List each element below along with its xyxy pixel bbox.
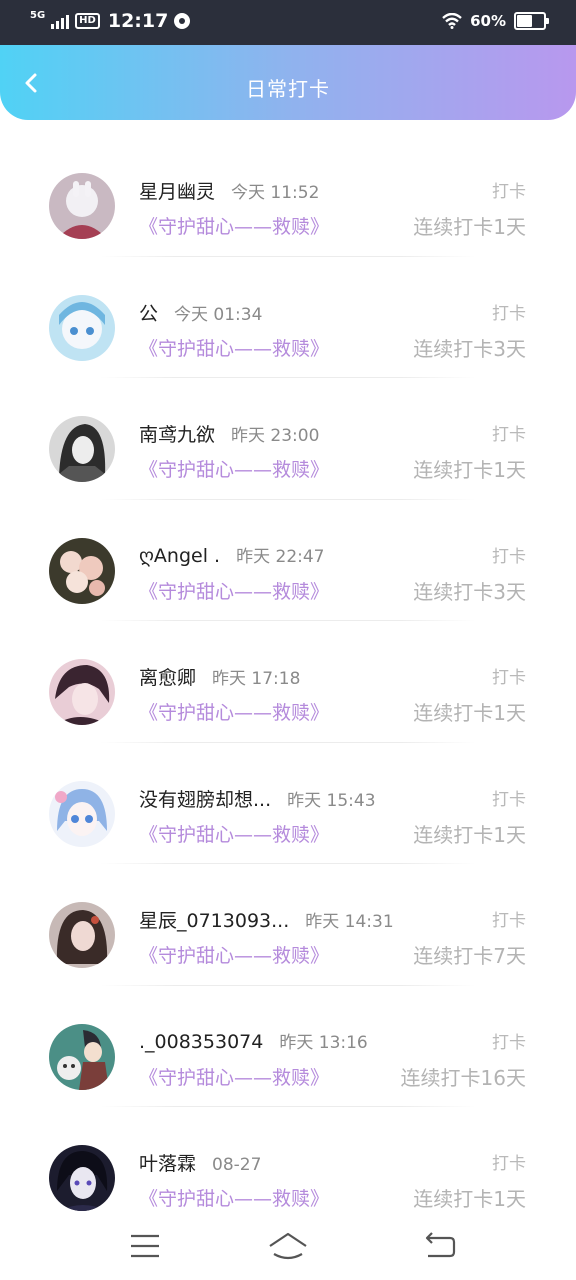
- list-item[interactable]: 叶落霖 08-27 打卡 《守护甜心——救赎》 连续打卡1天: [0, 1107, 576, 1229]
- checkin-time: 昨天 22:47: [236, 546, 325, 567]
- checkin-time: 昨天 17:18: [212, 669, 301, 689]
- streak-count: 连续打卡1天: [413, 215, 526, 239]
- menu-icon: [131, 1234, 159, 1258]
- checkin-time: 昨天 14:31: [305, 912, 394, 932]
- user-name: 星月幽灵: [139, 181, 216, 203]
- user-name: 叶落霖: [139, 1153, 197, 1175]
- series-link[interactable]: 《守护甜心——救赎》: [139, 577, 329, 604]
- avatar[interactable]: [49, 537, 115, 604]
- checkin-tag: 打卡: [492, 1154, 526, 1174]
- list-item[interactable]: 南鸢九欲 昨天 23:00 打卡 《守护甜心——救赎》 连续打卡1天: [0, 378, 576, 500]
- avatar[interactable]: [49, 780, 115, 847]
- checkin-tag: 打卡: [492, 425, 526, 445]
- user-name: 星辰_0713093...: [139, 910, 290, 932]
- user-name: 没有翅膀却想...: [139, 788, 272, 811]
- list-item[interactable]: 没有翅膀却想... 昨天 15:43 打卡 《守护甜心——救赎》 连续打卡1天: [0, 743, 576, 864]
- status-time: 12:17: [107, 10, 169, 32]
- home-icon: [269, 1232, 307, 1260]
- streak-count: 连续打卡1天: [413, 822, 526, 847]
- series-link[interactable]: 《守护甜心——救赎》: [139, 212, 329, 239]
- series-link[interactable]: 《守护甜心——救赎》: [139, 455, 329, 482]
- avatar[interactable]: [49, 1145, 115, 1211]
- user-name: ._008353074: [139, 1030, 264, 1053]
- wifi-icon: [442, 13, 462, 29]
- system-nav-bar: [0, 1216, 576, 1280]
- checkin-tag: 打卡: [492, 911, 526, 931]
- streak-count: 连续打卡1天: [413, 701, 526, 725]
- avatar[interactable]: [49, 173, 115, 239]
- series-link[interactable]: 《守护甜心——救赎》: [139, 820, 329, 847]
- streak-count: 连续打卡3天: [413, 336, 526, 361]
- streak-count: 连续打卡1天: [413, 458, 526, 482]
- hd-badge: HD: [75, 13, 100, 29]
- list-item[interactable]: 星辰_0713093... 昨天 14:31 打卡 《守护甜心——救赎》 连续打卡…: [0, 864, 576, 986]
- checkin-time: 昨天 13:16: [279, 1032, 368, 1053]
- series-link[interactable]: 《守护甜心——救赎》: [139, 1184, 329, 1211]
- home-button[interactable]: [264, 1226, 312, 1266]
- signal-icon: [51, 13, 70, 29]
- battery-icon: [514, 12, 549, 30]
- streak-count: 连续打卡7天: [413, 944, 526, 968]
- page-header: 日常打卡: [0, 45, 576, 120]
- avatar[interactable]: [49, 416, 115, 482]
- list-item[interactable]: 离愈卿 昨天 17:18 打卡 《守护甜心——救赎》 连续打卡1天: [0, 621, 576, 743]
- streak-count: 连续打卡1天: [413, 1187, 526, 1211]
- checkin-tag: 打卡: [492, 546, 526, 567]
- checkin-time: 今天 11:52: [231, 183, 320, 203]
- checkin-tag: 打卡: [492, 182, 526, 202]
- user-name: 离愈卿: [139, 667, 197, 689]
- avatar[interactable]: [49, 902, 115, 968]
- avatar[interactable]: [49, 294, 115, 361]
- streak-count: 连续打卡3天: [413, 579, 526, 604]
- checkin-time: 昨天 23:00: [231, 426, 320, 446]
- user-name: 公: [139, 302, 159, 325]
- checkin-tag: 打卡: [492, 1032, 526, 1053]
- checkin-time: 昨天 15:43: [287, 790, 376, 811]
- list-item[interactable]: 星月幽灵 今天 11:52 打卡 《守护甜心——救赎》 连续打卡1天: [0, 135, 576, 257]
- user-name: ღAngel .: [139, 544, 221, 567]
- checkin-time: 今天 01:34: [174, 304, 263, 325]
- avatar[interactable]: [49, 1023, 115, 1090]
- series-link[interactable]: 《守护甜心——救赎》: [139, 334, 329, 361]
- list-item[interactable]: 公今天 01:34 打卡 《守护甜心——救赎》 连续打卡3天: [0, 257, 576, 378]
- list-item[interactable]: ღAngel . 昨天 22:47 打卡 《守护甜心——救赎》 连续打卡3天: [0, 500, 576, 621]
- streak-count: 连续打卡16天: [400, 1065, 526, 1090]
- status-bar: 5G HD 12:17 60%: [0, 0, 576, 45]
- series-link[interactable]: 《守护甜心——救赎》: [139, 698, 329, 725]
- list-item[interactable]: ._008353074 昨天 13:16 打卡 《守护甜心——救赎》 连续打卡16…: [0, 986, 576, 1107]
- notification-icon: [174, 13, 191, 29]
- checkin-tag: 打卡: [492, 668, 526, 688]
- checkin-tag: 打卡: [492, 789, 526, 810]
- menu-button[interactable]: [121, 1226, 169, 1266]
- checkin-tag: 打卡: [492, 303, 526, 324]
- checkin-time: 08-27: [212, 1155, 262, 1175]
- series-link[interactable]: 《守护甜心——救赎》: [139, 1063, 329, 1090]
- user-name: 南鸢九欲: [139, 424, 216, 446]
- avatar[interactable]: [49, 659, 115, 725]
- series-link[interactable]: 《守护甜心——救赎》: [139, 941, 329, 968]
- network-type: 5G: [30, 10, 46, 21]
- return-icon: [425, 1232, 456, 1258]
- return-button[interactable]: [416, 1226, 464, 1266]
- battery-percent: 60%: [470, 12, 506, 30]
- checkin-list[interactable]: 星月幽灵 今天 11:52 打卡 《守护甜心——救赎》 连续打卡1天 公今天 01…: [0, 135, 576, 1229]
- page-title: 日常打卡: [246, 77, 330, 101]
